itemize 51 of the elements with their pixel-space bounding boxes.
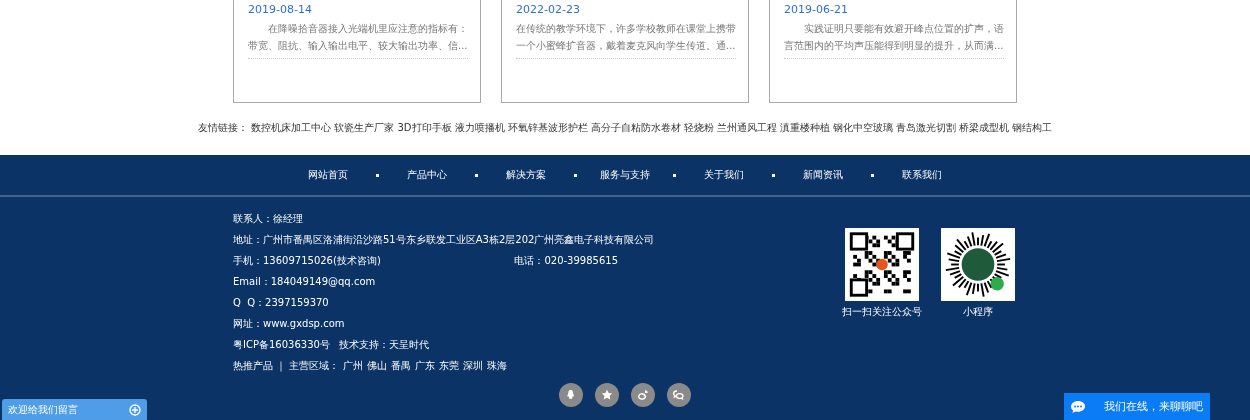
friend-link[interactable]: 钢结构工 — [1011, 121, 1052, 135]
contact-phone: 电话：020-39985615 — [514, 254, 618, 268]
region-link[interactable]: 番禺 — [391, 355, 412, 376]
news-card[interactable]: 2019-08-14 在降噪拾音器接入光端机里应注意的指标有：带宽、阻抗、输入输出电平、较大输出功率、信... — [233, 0, 481, 103]
contact-line: 粤ICP备16036330号 技术支持：天呈时代 — [233, 338, 431, 352]
region-link[interactable]: 广州 — [343, 355, 364, 376]
qr-caption: 小程序 — [963, 305, 993, 319]
friend-link[interactable]: 高分子自粘防水卷材 — [590, 121, 681, 135]
friend-link[interactable]: 青岛激光切割 — [895, 121, 956, 135]
news-excerpt: 在降噪拾音器接入光端机里应注意的指标有：带宽、阻抗、输入输出电平、较大输出功率、信... — [248, 20, 468, 59]
footer-nav-link[interactable]: 产品中心 — [392, 168, 462, 182]
region-link[interactable]: 深圳 — [463, 355, 484, 376]
news-card[interactable]: 2022-02-23 在传统的教学环境下，许多学校教师在课堂上携带一个小蜜蜂扩音器，戴着麦克风向学生传道。通... — [501, 0, 749, 103]
news-date: 2019-06-21 — [784, 3, 849, 17]
qr-caption: 扫一扫关注公众号 — [842, 305, 922, 319]
friend-link[interactable]: 数控机床加工中心 — [251, 121, 332, 135]
news-date: 2022-02-23 — [516, 3, 581, 17]
footer-nav-link[interactable]: 服务与支持 — [590, 168, 660, 182]
hot-products-label: 热推产品 ｜ 主营区域： — [233, 359, 340, 374]
contact-line: 网址：www.gxdsp.com — [233, 317, 346, 331]
friend-link[interactable]: 钢化中空玻璃 — [832, 121, 893, 135]
chat-bubble-icon — [1070, 399, 1086, 414]
footer-nav-link[interactable]: 联系我们 — [887, 168, 957, 182]
footer-nav-link[interactable]: 解决方案 — [491, 168, 561, 182]
friend-link[interactable]: 软瓷生产厂家 — [334, 121, 395, 135]
friend-link[interactable]: 环氧锌基波形护栏 — [507, 121, 588, 135]
friend-link[interactable]: 轻烧粉 — [683, 121, 714, 135]
chat-button[interactable]: 我们在线，来聊聊吧 — [1064, 393, 1210, 420]
region-link[interactable]: 佛山 — [367, 355, 388, 376]
news-card[interactable]: 2019-06-21 实践证明只要能有效避开峰点位置的扩声，语言范围内的平均声压能得到明显的提升，从而满... — [769, 0, 1017, 103]
region-link[interactable]: 东莞 — [439, 355, 460, 376]
contact-line: Q Q：2397159370 — [233, 296, 330, 310]
footer-nav-link[interactable]: 新闻资讯 — [788, 168, 858, 182]
news-excerpt: 实践证明只要能有效避开峰点位置的扩声，语言范围内的平均声压能得到明显的提升，从而满... — [784, 20, 1004, 59]
contact-line: 联系人：徐经理 — [233, 212, 304, 226]
news-date: 2019-08-14 — [248, 3, 313, 17]
footer-nav-link[interactable]: 关于我们 — [689, 168, 759, 182]
friend-link[interactable]: 3D打印手板 — [397, 121, 452, 135]
friend-link[interactable]: 滇重楼种植 — [779, 121, 830, 135]
friend-link[interactable]: 兰州通风工程 — [716, 121, 777, 135]
contact-mobile: 手机：13609715026(技术咨询) — [233, 254, 381, 268]
news-excerpt: 在传统的教学环境下，许多学校教师在课堂上携带一个小蜜蜂扩音器，戴着麦克风向学生传道。通... — [516, 20, 736, 59]
region-link[interactable]: 珠海 — [487, 355, 508, 376]
contact-line: Email：184049149@qq.com — [233, 275, 377, 289]
friend-links-label: 友情链接： — [198, 121, 249, 135]
friend-link[interactable]: 液力喷播机 — [454, 121, 505, 135]
contact-line: 地址：广州市番禺区洛浦街沿沙路51号东乡联发工业区A3栋2层202广州亮鑫电子科技有限公司 — [233, 233, 656, 247]
plus-icon — [129, 403, 141, 416]
region-link[interactable]: 广东 — [415, 355, 436, 376]
friend-link[interactable]: 桥梁成型机 — [958, 121, 1009, 135]
footer-nav-link[interactable]: 网站首页 — [293, 168, 363, 182]
